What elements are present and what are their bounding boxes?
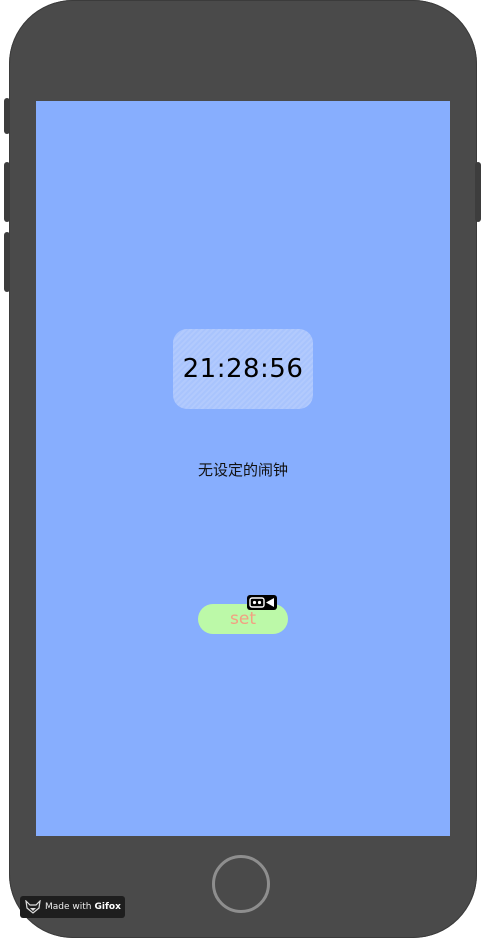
fox-icon	[25, 900, 41, 914]
home-button[interactable]	[212, 855, 270, 913]
current-time: 21:28:56	[182, 354, 304, 384]
power-button	[475, 162, 481, 222]
camera-badge-icon	[247, 595, 277, 610]
alarm-status-label: 无设定的闹钟	[197, 461, 288, 479]
app-screen: 21:28:56 无设定的闹钟 set	[36, 101, 450, 836]
clock-display: 21:28:56	[173, 329, 313, 409]
volume-down-button	[4, 232, 10, 292]
set-button-label: set	[230, 609, 256, 629]
gifox-watermark: Made with Gifox	[20, 896, 125, 918]
volume-up-button	[4, 162, 10, 222]
watermark-prefix: Made with	[45, 902, 92, 912]
watermark-brand: Gifox	[94, 902, 121, 912]
mute-switch	[4, 98, 10, 134]
